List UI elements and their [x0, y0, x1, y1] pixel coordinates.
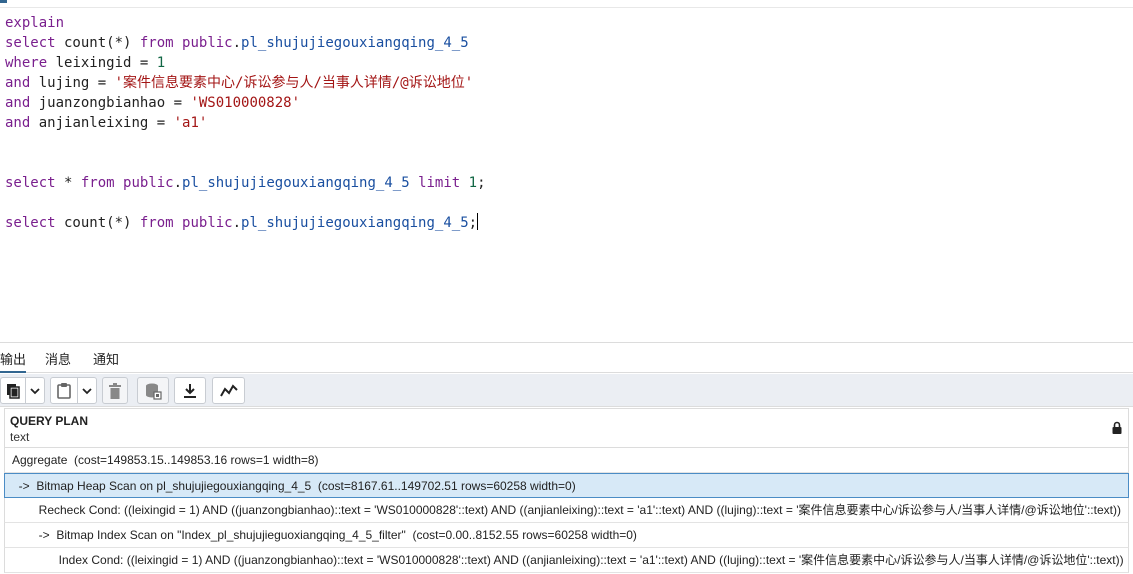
cell-text: -> Bitmap Index Scan on "Index_pl_shujuj…	[12, 528, 637, 542]
paste-icon	[56, 382, 72, 399]
column-header[interactable]: QUERY PLAN text	[4, 408, 1129, 448]
table-row[interactable]: -> Bitmap Heap Scan on pl_shujujiegouxia…	[4, 473, 1129, 498]
code-token: public	[182, 35, 233, 51]
code-token: (*)	[106, 35, 140, 51]
code-token: .	[173, 175, 183, 191]
code-line: where leixingid = 1	[5, 53, 486, 73]
code-token: pl_shujujiegouxiangqing_4_5	[241, 215, 469, 231]
cell-text: Index Cond: ((leixingid = 1) AND ((juanz…	[12, 553, 1124, 567]
code-token: from	[139, 215, 174, 231]
code-line: and anjianleixing = 'a1'	[5, 113, 486, 133]
result-tabs: 输出 消息 通知	[0, 345, 1133, 373]
graph-icon	[219, 383, 238, 398]
code-token: .	[232, 215, 242, 231]
code-token: select	[5, 35, 56, 51]
cell-text: Aggregate (cost=149853.15..149853.16 row…	[12, 453, 319, 467]
code-token: explain	[5, 15, 65, 31]
code-token: ;	[468, 215, 478, 231]
code-token: and	[5, 115, 31, 131]
text-cursor	[477, 213, 479, 230]
save-data-button[interactable]	[137, 377, 169, 404]
chevron-down-icon	[30, 386, 40, 396]
code-token: public	[123, 175, 174, 191]
code-token: from	[139, 35, 174, 51]
code-token: juanzongbianhao =	[30, 95, 191, 111]
code-line: and lujing = '案件信息要素中心/诉讼参与人/当事人详情/@诉讼地位…	[5, 73, 486, 93]
code-token: count	[55, 35, 107, 51]
sql-code[interactable]: explain select count(*) from public.pl_sh…	[5, 13, 486, 233]
code-line: select count(*) from public.pl_shujujieg…	[5, 33, 486, 53]
code-token: limit	[418, 175, 461, 191]
editor-accent-bar	[0, 0, 7, 3]
code-line: and juanzongbianhao = 'WS010000828'	[5, 93, 486, 113]
code-token: 1	[468, 175, 478, 191]
code-token: '案件信息要素中心/诉讼参与人/当事人详情/@诉讼地位'	[114, 75, 474, 91]
download-button[interactable]	[174, 377, 206, 404]
code-token: and	[5, 75, 31, 91]
lock-icon	[1112, 421, 1122, 437]
code-token: leixingid =	[47, 55, 157, 71]
code-token: (*)	[106, 215, 140, 231]
paste-button[interactable]	[50, 377, 78, 404]
tab-notifications[interactable]: 通知	[93, 349, 119, 368]
code-token: pl_shujujiegouxiangqing_4_5	[182, 175, 410, 191]
delete-icon	[108, 382, 122, 399]
code-token: anjianleixing =	[30, 115, 174, 131]
explain-graph-button[interactable]	[212, 377, 245, 404]
tab-messages[interactable]: 消息	[45, 349, 71, 368]
code-token: where	[5, 55, 48, 71]
code-token: pl_shujujiegouxiangqing_4_5	[241, 35, 469, 51]
chevron-down-icon	[82, 386, 92, 396]
table-row[interactable]: -> Bitmap Index Scan on "Index_pl_shujuj…	[4, 523, 1129, 548]
code-token: .	[232, 35, 242, 51]
table-row[interactable]: Recheck Cond: ((leixingid = 1) AND ((jua…	[4, 498, 1129, 523]
copy-icon	[5, 383, 21, 399]
code-token: 'a1'	[173, 115, 208, 131]
code-token: from	[80, 175, 115, 191]
cell-text: -> Bitmap Heap Scan on pl_shujujiegouxia…	[12, 479, 576, 493]
table-row[interactable]: Index Cond: ((leixingid = 1) AND ((juanz…	[4, 548, 1129, 573]
cell-text: Recheck Cond: ((leixingid = 1) AND ((jua…	[12, 503, 1121, 517]
code-line: select count(*) from public.pl_shujujieg…	[5, 213, 486, 233]
code-token: 1	[156, 55, 166, 71]
sql-editor[interactable]: explain select count(*) from public.pl_sh…	[0, 0, 1133, 343]
save-data-icon	[144, 382, 162, 400]
code-token: and	[5, 95, 31, 111]
column-type: text	[10, 430, 30, 444]
code-token: 'WS010000828'	[190, 95, 301, 111]
delete-button[interactable]	[102, 377, 128, 404]
result-grid: QUERY PLAN text Aggregate (cost=149853.1…	[0, 408, 1133, 574]
result-toolbar	[0, 374, 1133, 407]
code-token: ;	[477, 175, 486, 191]
column-name: QUERY PLAN	[10, 414, 89, 428]
code-line: explain	[5, 13, 486, 33]
editor-divider	[0, 7, 1133, 8]
code-token: count	[55, 215, 107, 231]
code-line: select * from public.pl_shujujiegouxiang…	[5, 173, 486, 193]
tab-output[interactable]: 输出	[0, 349, 27, 373]
copy-options-button[interactable]	[25, 377, 45, 404]
paste-options-button[interactable]	[77, 377, 97, 404]
code-token: select	[5, 175, 56, 191]
code-token: lujing =	[30, 75, 115, 91]
code-token: *	[55, 175, 81, 191]
table-row[interactable]: Aggregate (cost=149853.15..149853.16 row…	[4, 448, 1129, 473]
code-token: select	[5, 215, 56, 231]
copy-button[interactable]	[0, 377, 26, 404]
code-token: public	[182, 215, 233, 231]
download-icon	[182, 383, 198, 399]
